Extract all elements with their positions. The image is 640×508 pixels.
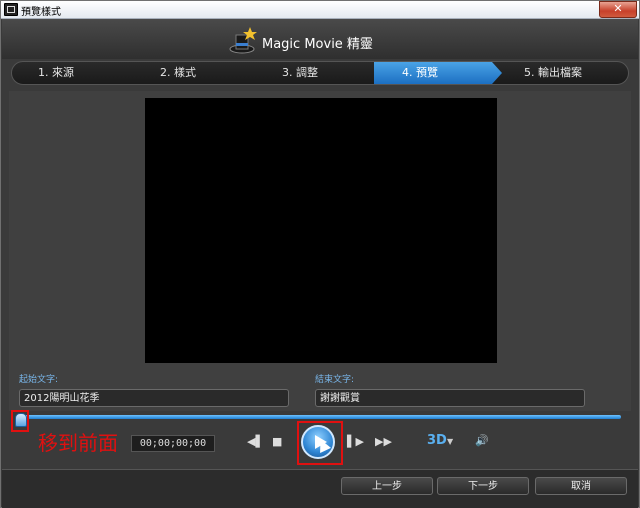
3d-dropdown-icon[interactable]: ▼: [447, 437, 453, 446]
timeline-thumb[interactable]: [15, 413, 27, 427]
volume-icon[interactable]: 🔊: [475, 434, 489, 447]
step-source[interactable]: 1. 來源: [38, 62, 74, 84]
active-step-highlight: [374, 62, 502, 84]
end-text-label: 結束文字:: [315, 375, 355, 385]
step-bar: 1. 來源 2. 樣式 3. 調整 4. 預覽 5. 輸出檔案: [11, 61, 629, 85]
fast-forward-icon[interactable]: ▶▶: [375, 435, 392, 448]
step-adjust[interactable]: 3. 調整: [282, 62, 318, 84]
step-preview[interactable]: 4. 預覽: [402, 62, 438, 84]
brand-title: Magic Movie 精靈: [262, 37, 373, 52]
annotation-text: 移到前面: [38, 431, 118, 455]
title-bar: 預覽樣式 ✕: [1, 1, 639, 19]
magic-hat-icon: [229, 27, 257, 54]
preview-window: 預覽樣式 ✕ Magic Movie 精靈 1. 來源 2. 樣式 3. 調整 …: [0, 0, 640, 508]
close-button[interactable]: ✕: [599, 1, 637, 18]
timeline-track[interactable]: [23, 415, 621, 419]
3d-mode-button[interactable]: 3D: [427, 433, 447, 448]
start-text-field[interactable]: 2012陽明山花季: [19, 389, 289, 407]
start-text-label: 起始文字:: [19, 375, 59, 385]
end-text-field[interactable]: 謝謝觀賞: [315, 389, 585, 407]
app-icon: [4, 3, 18, 16]
step-output[interactable]: 5. 輸出檔案: [524, 62, 582, 84]
video-preview: [145, 98, 497, 363]
cancel-button[interactable]: 取消: [535, 477, 627, 495]
next-frame-icon[interactable]: ▌▶: [347, 435, 364, 448]
timecode-display: 00;00;00;00: [131, 435, 215, 452]
step-style[interactable]: 2. 樣式: [160, 62, 196, 84]
window-title: 預覽樣式: [21, 7, 61, 18]
header: Magic Movie 精靈: [2, 19, 638, 59]
next-button[interactable]: 下一步: [437, 477, 529, 495]
back-button[interactable]: 上一步: [341, 477, 433, 495]
stop-icon[interactable]: ■: [272, 435, 282, 448]
prev-frame-icon[interactable]: ◀▌: [247, 435, 264, 448]
